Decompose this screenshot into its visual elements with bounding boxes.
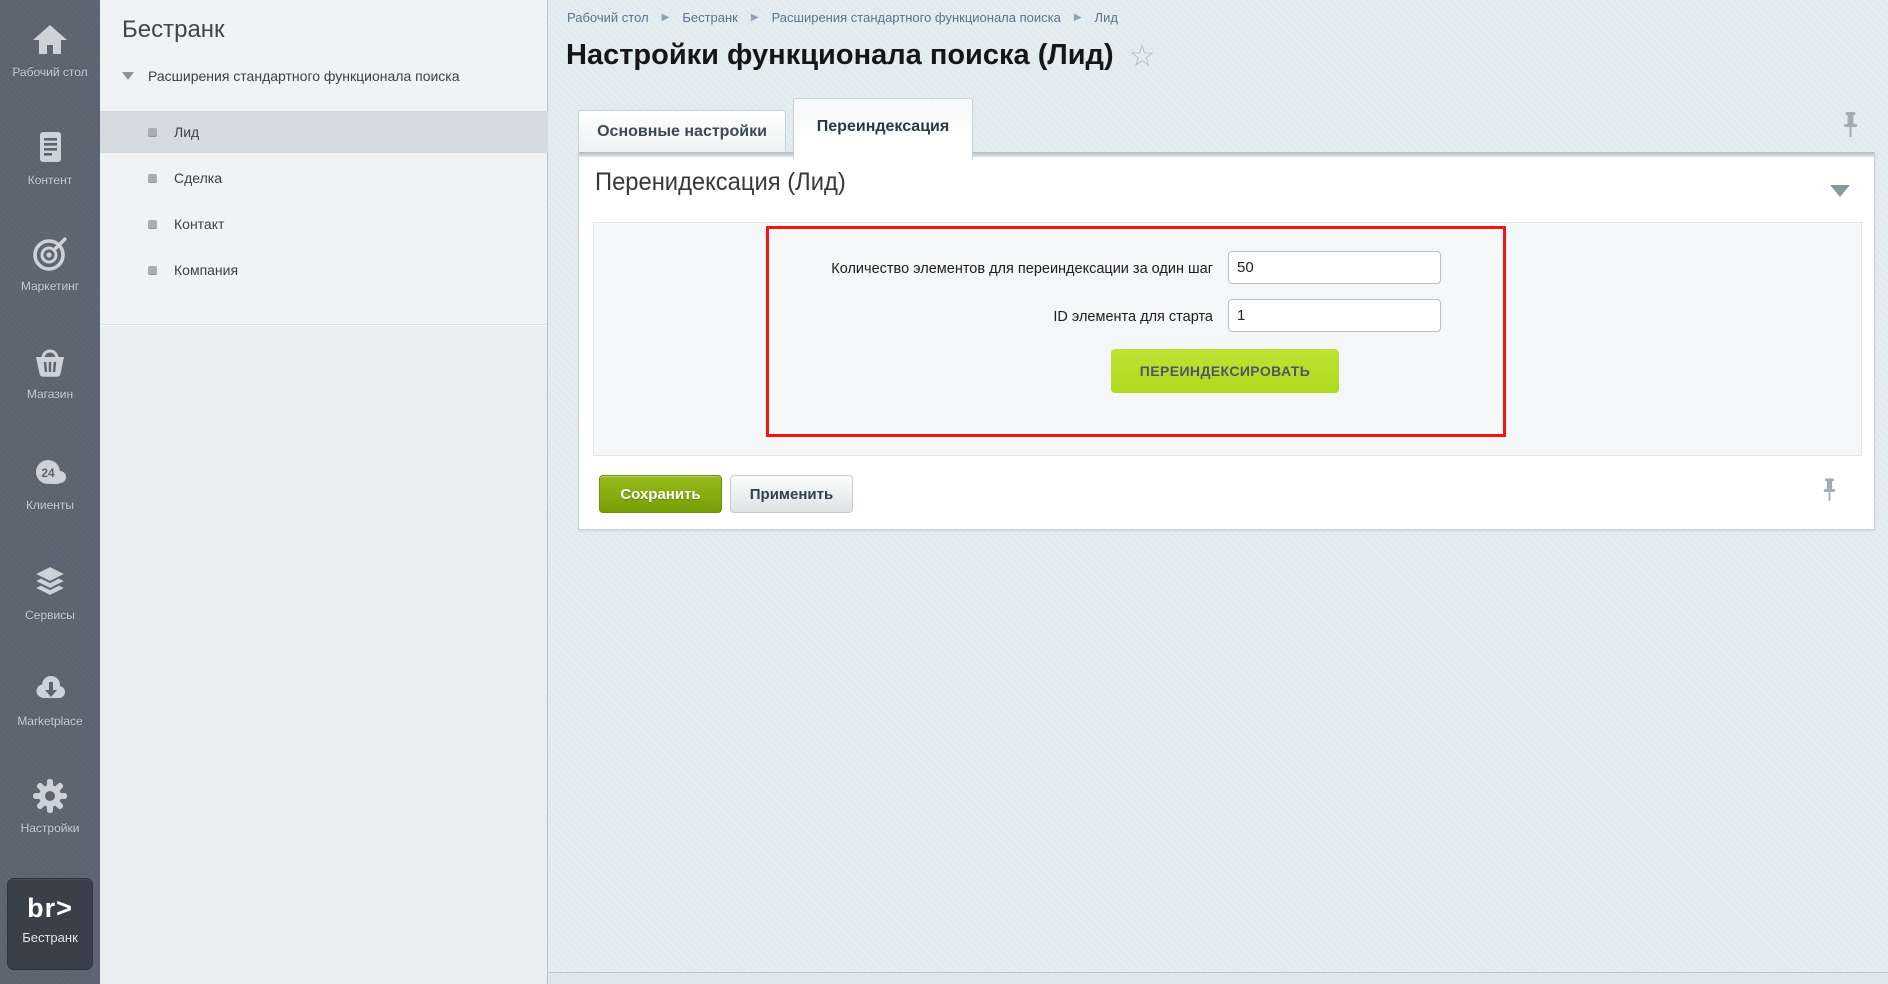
sidebar-item-contact[interactable]: Контакт — [100, 203, 548, 245]
bullet-icon — [148, 128, 157, 137]
svg-text:24: 24 — [41, 466, 55, 480]
collapse-arrow-icon[interactable] — [1830, 185, 1850, 197]
step-count-input[interactable] — [1228, 251, 1441, 284]
breadcrumb: Рабочий стол ▶ Бестранк ▶ Расширения ста… — [567, 10, 1118, 25]
basket-icon — [30, 342, 70, 382]
start-id-input[interactable] — [1228, 299, 1441, 332]
sidebar-item-label: Клиенты — [0, 498, 100, 512]
sidebar-item-services[interactable]: Сервисы — [0, 563, 100, 622]
sidebar-item-content[interactable]: Контент — [0, 128, 100, 187]
home-icon — [30, 20, 70, 60]
page-title-row: Настройки функционала поиска (Лид) ☆ — [566, 36, 1156, 74]
breadcrumb-link-lead[interactable]: Лид — [1095, 10, 1118, 25]
main-content: Рабочий стол ▶ Бестранк ▶ Расширения ста… — [549, 0, 1888, 984]
tab-main-settings[interactable]: Основные настройки — [578, 110, 786, 152]
pin-bottom-icon[interactable] — [1821, 478, 1838, 508]
module-title: Бестранк — [122, 16, 225, 44]
bullet-icon — [148, 266, 157, 275]
detail-panel: Перенидексация (Лид) Количество элементо… — [578, 152, 1875, 530]
brand-logo-label: Бестранк — [8, 930, 92, 945]
icon-sidebar: Рабочий стол Контент Маркетинг — [0, 0, 100, 984]
breadcrumb-separator-icon: ▶ — [1074, 12, 1082, 23]
sidebar-item-label: Marketplace — [0, 714, 100, 728]
pin-top-icon[interactable] — [1841, 112, 1860, 144]
brand-logo-short: br> — [8, 893, 92, 924]
target-icon — [30, 234, 70, 274]
field-label-start-id: ID элемента для старта — [579, 309, 1213, 325]
sidebar-item-marketplace[interactable]: Marketplace — [0, 669, 100, 728]
gear-icon — [30, 776, 70, 816]
sidebar-item-company[interactable]: Компания — [100, 249, 548, 291]
reindex-button[interactable]: ПЕРЕИНДЕКСИРОВАТЬ — [1111, 349, 1339, 393]
breadcrumb-link-module[interactable]: Бестранк — [682, 10, 738, 25]
sidebar-item-desktop[interactable]: Рабочий стол — [0, 20, 100, 79]
apply-button[interactable]: Применить — [730, 475, 853, 513]
bullet-icon — [148, 220, 157, 229]
sidebar-item-label: Рабочий стол — [0, 65, 100, 79]
sidebar-item-settings[interactable]: Настройки — [0, 776, 100, 835]
clients-24-icon: 24 — [30, 453, 70, 493]
document-icon — [30, 128, 70, 168]
tree-parent-search-extensions[interactable]: Расширения стандартного функционала поис… — [122, 68, 526, 84]
sidebar-item-shop[interactable]: Магазин — [0, 342, 100, 401]
layers-icon — [30, 563, 70, 603]
sidebar-item-label: Сервисы — [0, 608, 100, 622]
footer-strip — [549, 972, 1888, 984]
tab-strip: Основные настройки Переиндексация — [578, 98, 973, 160]
module-sidebar: Бестранк Расширения стандартного функцио… — [100, 0, 548, 984]
field-label-step-count: Количество элементов для переиндексации … — [579, 261, 1213, 277]
app-window: Рабочий стол Контент Маркетинг — [0, 0, 1888, 984]
breadcrumb-link-desktop[interactable]: Рабочий стол — [567, 10, 649, 25]
sidebar-item-label: Настройки — [0, 821, 100, 835]
sidebar-item-label: Контент — [0, 173, 100, 187]
tab-reindex[interactable]: Переиндексация — [793, 98, 973, 160]
favorite-star-icon[interactable]: ☆ — [1129, 39, 1156, 74]
page-title: Настройки функционала поиска (Лид) — [566, 39, 1114, 72]
tree-parent-label: Расширения стандартного функционала поис… — [148, 68, 460, 84]
sidebar-item-lead[interactable]: Лид — [100, 111, 548, 153]
panel-heading: Перенидексация (Лид) — [595, 168, 846, 197]
sidebar-item-deal[interactable]: Сделка — [100, 157, 548, 199]
save-button[interactable]: Сохранить — [599, 475, 722, 513]
sidebar-item-label: Маркетинг — [0, 279, 100, 293]
breadcrumb-separator-icon: ▶ — [751, 12, 759, 23]
chevron-down-icon — [122, 72, 134, 80]
breadcrumb-link-extensions[interactable]: Расширения стандартного функционала поис… — [772, 10, 1061, 25]
sidebar-item-clients[interactable]: 24 Клиенты — [0, 453, 100, 512]
sidebar-item-marketing[interactable]: Маркетинг — [0, 234, 100, 293]
cloud-download-icon — [30, 669, 70, 709]
sidebar-item-label: Магазин — [0, 387, 100, 401]
bullet-icon — [148, 174, 157, 183]
brand-logo[interactable]: br> Бестранк — [7, 878, 93, 970]
breadcrumb-separator-icon: ▶ — [662, 12, 670, 23]
